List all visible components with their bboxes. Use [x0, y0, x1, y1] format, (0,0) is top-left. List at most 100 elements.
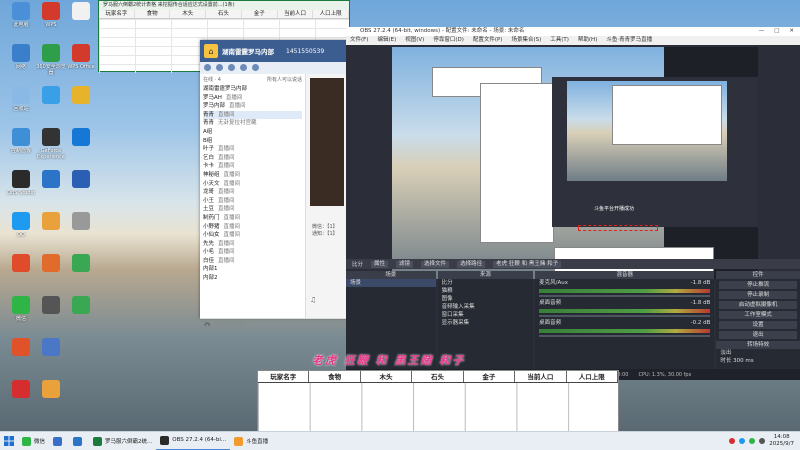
channel-item[interactable]: 湖南雷霆罗马内部: [203, 85, 302, 94]
volume-slider[interactable]: [539, 315, 711, 317]
source-toolbar-item[interactable]: 滤镜: [396, 260, 414, 268]
source-toolbar-item[interactable]: 选择路径: [457, 260, 486, 268]
channel-item[interactable]: 小仙女 直播间: [203, 231, 302, 240]
transition-duration[interactable]: 时长 300 ms: [716, 357, 800, 365]
excel-column-header[interactable]: 玩家名字: [99, 10, 135, 18]
source-toolbar-item[interactable]: 属性: [371, 260, 389, 268]
scene-item[interactable]: 场景: [346, 279, 436, 287]
chat-tool-icon[interactable]: [252, 64, 259, 71]
taskbar-item[interactable]: [69, 432, 89, 450]
tray-icon[interactable]: [729, 438, 736, 444]
desktop-icon[interactable]: 网络: [6, 44, 36, 76]
channel-item[interactable]: 小野猪 直播间: [203, 223, 302, 232]
control-button[interactable]: 工作室模式: [719, 311, 797, 319]
excel-column-header[interactable]: 食物: [135, 10, 171, 18]
desktop-icon[interactable]: [36, 380, 66, 412]
taskbar-item[interactable]: [49, 432, 69, 450]
close-button[interactable]: ✕: [789, 27, 794, 36]
channel-item[interactable]: 罗马AH 直播间: [203, 94, 302, 103]
source-item[interactable]: 显示器采集: [438, 319, 534, 327]
channel-item[interactable]: 小王 直播间: [203, 197, 302, 206]
menu-item[interactable]: 工具(T): [550, 36, 569, 45]
channel-item[interactable]: 小天文 直播间: [203, 180, 302, 189]
maximize-button[interactable]: □: [774, 27, 779, 36]
menu-item[interactable]: 文件(F): [350, 36, 368, 45]
obs-preview[interactable]: 斗鱼平台开播成功: [392, 47, 758, 279]
chat-tool-icon[interactable]: [240, 64, 247, 71]
source-item[interactable]: 音频输入采集: [438, 303, 534, 311]
desktop-icon[interactable]: [66, 2, 96, 34]
excel-column-header[interactable]: 木头: [170, 10, 207, 18]
desktop-icon[interactable]: 360安全浏览器: [36, 44, 66, 76]
volume-slider[interactable]: [539, 335, 711, 337]
chat-input-bar[interactable]: 🎮 想说话时请在: [200, 318, 348, 330]
channel-item[interactable]: 内部2: [203, 274, 302, 283]
desktop-icon[interactable]: [6, 254, 36, 286]
channel-item[interactable]: B组: [203, 137, 302, 146]
start-button[interactable]: [0, 432, 18, 450]
chat-tool-icon[interactable]: [216, 64, 223, 71]
source-toolbar-item[interactable]: 选择文件: [421, 260, 450, 268]
source-toolbar-item[interactable]: 比分: [352, 260, 363, 268]
menu-item[interactable]: 斗鱼·青青罗马直播: [606, 36, 652, 45]
chat-tool-icon[interactable]: [204, 64, 211, 71]
desktop-icon[interactable]: [36, 338, 66, 370]
channel-item[interactable]: 神秘组 直播间: [203, 171, 302, 180]
source-item[interactable]: 图像: [438, 295, 534, 303]
excel-column-header[interactable]: 石头: [206, 10, 242, 18]
desktop-icon[interactable]: [36, 170, 66, 202]
channel-item[interactable]: 制药门 直播间: [203, 214, 302, 223]
channel-item[interactable]: 乞白 直播间: [203, 154, 302, 163]
menu-item[interactable]: 视图(V): [405, 36, 424, 45]
source-item[interactable]: 比分: [438, 279, 534, 287]
control-button[interactable]: 启动虚拟摄像机: [719, 301, 797, 309]
excel-column-header[interactable]: 当前人口: [278, 10, 314, 18]
taskbar-item[interactable]: OBS 27.2.4 (64-bi...: [156, 432, 231, 450]
desktop-icon[interactable]: [66, 254, 96, 286]
taskbar-item[interactable]: 微信: [18, 432, 49, 450]
desktop-icon[interactable]: 控制面板: [6, 128, 36, 160]
control-button[interactable]: 退出: [719, 331, 797, 339]
desktop-icon[interactable]: [6, 380, 36, 412]
taskbar-item[interactable]: 罗马服六倒霸2统...: [89, 432, 156, 450]
transition-type[interactable]: 淡出: [716, 349, 800, 357]
channel-item[interactable]: 白佳 直播间: [203, 257, 302, 266]
tray-icon[interactable]: [759, 438, 766, 444]
obs-window[interactable]: OBS 27.2.4 (64-bit, windows) - 配置文件: 未命名…: [346, 27, 800, 380]
source-toolbar-item[interactable]: 老虎 狂鞭 和 黑王赌 和子: [493, 260, 562, 268]
desktop-icon[interactable]: [66, 212, 96, 244]
desktop-icon[interactable]: OBS Studio: [6, 170, 36, 202]
menu-item[interactable]: 停靠窗口(D): [433, 36, 464, 45]
desktop-icon[interactable]: WPS: [36, 2, 66, 34]
volume-slider[interactable]: [539, 295, 711, 297]
channel-item[interactable]: 先先 直播间: [203, 240, 302, 249]
control-button[interactable]: 设置: [719, 321, 797, 329]
excel-column-header[interactable]: 金子: [242, 10, 278, 18]
desktop-icon[interactable]: 回收站: [6, 86, 36, 118]
desktop-icon[interactable]: QQ: [6, 212, 36, 244]
desktop-icon[interactable]: [66, 170, 96, 202]
desktop-icon[interactable]: [66, 296, 96, 328]
desktop-icon[interactable]: [66, 86, 96, 118]
channel-item[interactable]: A组: [203, 128, 302, 137]
channel-item[interactable]: 叶子 直播间: [203, 145, 302, 154]
excel-column-header[interactable]: 人口上限: [313, 10, 350, 18]
menu-item[interactable]: 帮助(H): [578, 36, 597, 45]
desktop-icon[interactable]: [36, 254, 66, 286]
channel-item[interactable]: 青青 无卦复拉衬宫藏: [203, 119, 302, 128]
taskbar-item[interactable]: 斗鱼直播: [230, 432, 272, 450]
menu-item[interactable]: 配置文件(P): [473, 36, 503, 45]
channel-item[interactable]: 青青 直播间: [203, 110, 302, 120]
minimize-button[interactable]: —: [759, 27, 765, 36]
control-button[interactable]: 停止录制: [719, 291, 797, 299]
home-icon[interactable]: ⌂: [204, 44, 218, 58]
tray-icon[interactable]: [739, 438, 746, 444]
source-item[interactable]: 窗口采集: [438, 311, 534, 319]
desktop-icon[interactable]: [36, 296, 66, 328]
desktop-icon[interactable]: 此电脑: [6, 2, 36, 34]
music-icon[interactable]: ♫: [310, 296, 316, 304]
chat-tool-icon[interactable]: [228, 64, 235, 71]
desktop-icon[interactable]: WPS Office: [66, 44, 96, 76]
desktop-icon[interactable]: [66, 128, 96, 160]
channel-item[interactable]: 罗马内部 直播间: [203, 102, 302, 111]
